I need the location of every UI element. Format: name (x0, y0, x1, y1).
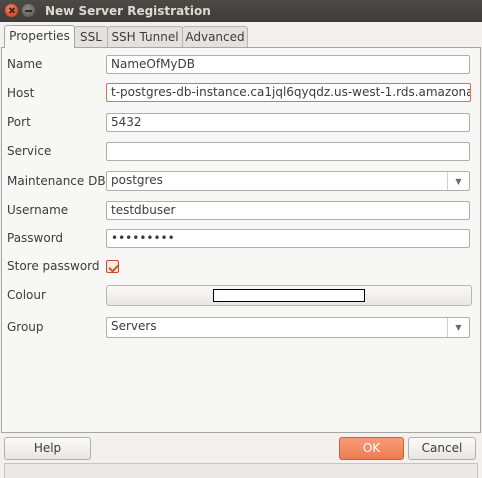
name-input[interactable]: NameOfMyDB (106, 55, 470, 74)
port-label: Port (7, 115, 31, 129)
username-input[interactable]: testdbuser (106, 201, 470, 220)
service-label: Service (7, 144, 52, 158)
minimize-window-icon[interactable] (22, 4, 35, 17)
store-password-checkbox[interactable] (106, 260, 119, 273)
chevron-down-icon[interactable]: ▼ (447, 172, 469, 190)
colour-label: Colour (7, 288, 46, 302)
tab-advanced[interactable]: Advanced (182, 26, 248, 47)
chevron-down-icon[interactable]: ▼ (447, 318, 469, 337)
ok-button[interactable]: OK (339, 437, 404, 460)
host-label: Host (7, 86, 35, 100)
group-value: Servers (111, 319, 157, 333)
cancel-button[interactable]: Cancel (408, 437, 476, 460)
tab-ssh-tunnel[interactable]: SSH Tunnel (107, 26, 183, 47)
maintenance-db-value: postgres (111, 173, 163, 187)
title-bar: New Server Registration (0, 0, 482, 22)
maintenance-db-label: Maintenance DB (7, 174, 106, 188)
maintenance-db-combo[interactable]: postgres ▼ (106, 171, 470, 191)
close-window-icon[interactable] (5, 4, 18, 17)
name-label: Name (7, 57, 43, 71)
password-input[interactable]: ••••••••• (106, 229, 470, 248)
service-input[interactable] (106, 142, 470, 161)
port-input[interactable]: 5432 (106, 113, 470, 132)
host-input[interactable]: t-postgres-db-instance.ca1jql6qyqdz.us-w… (106, 83, 471, 102)
username-label: Username (7, 203, 69, 217)
password-label: Password (7, 231, 64, 245)
group-combo[interactable]: Servers ▼ (106, 317, 470, 338)
help-button[interactable]: Help (4, 437, 91, 460)
store-password-label: Store password (7, 259, 100, 273)
group-label: Group (7, 320, 44, 334)
colour-picker-button[interactable] (106, 285, 472, 306)
window-title: New Server Registration (45, 4, 211, 18)
colour-swatch (213, 289, 365, 302)
status-bar (4, 463, 478, 478)
tab-ssl[interactable]: SSL (74, 26, 108, 47)
tab-properties[interactable]: Properties (4, 25, 75, 48)
